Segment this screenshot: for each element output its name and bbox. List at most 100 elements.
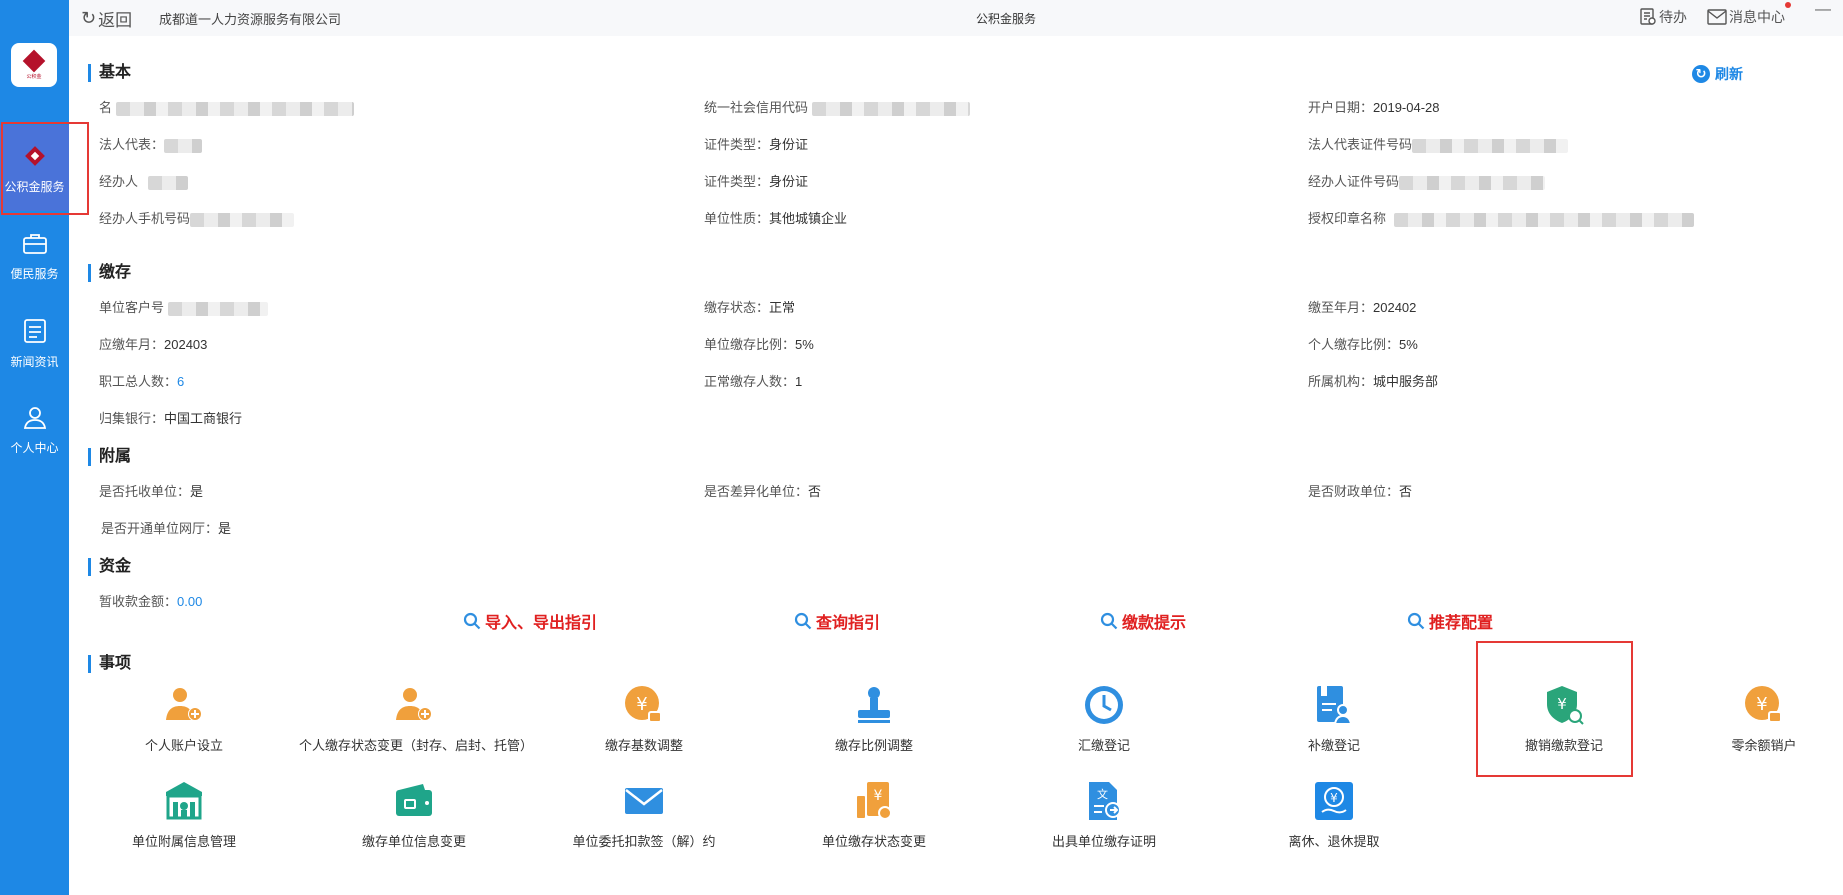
item-personal-status-change[interactable]: 个人缴存状态变更（封存、启封、托管） bbox=[299, 683, 533, 755]
yen-lock-icon: ¥ bbox=[1742, 683, 1786, 727]
search-icon bbox=[1407, 612, 1425, 630]
sidebar-item-personal[interactable]: 个人中心 bbox=[0, 386, 69, 472]
section-items-title: 事项 bbox=[88, 655, 131, 673]
total-staff-link[interactable]: 6 bbox=[177, 374, 184, 389]
field-paid-until: 缴至年月：202402 bbox=[1308, 300, 1417, 315]
item-unit-status-change[interactable]: ¥ 单位缴存状态变更 bbox=[774, 779, 974, 851]
guide-label: 查询指引 bbox=[816, 615, 881, 632]
guide-payment-tip[interactable]: 缴款提示 bbox=[1100, 609, 1186, 633]
field-open-date: 开户日期：2019-04-28 bbox=[1308, 100, 1440, 115]
svg-text:¥: ¥ bbox=[1557, 695, 1567, 713]
item-remit-register[interactable]: 汇缴登记 bbox=[1004, 683, 1204, 755]
coin-hand-icon: ¥ bbox=[1312, 779, 1356, 823]
field-legal-cert-no: 法人代表证件号码 bbox=[1308, 134, 1569, 153]
page-title: 公积金服务 bbox=[976, 12, 1037, 26]
sidebar-item-convenience[interactable]: 便民服务 bbox=[0, 212, 69, 298]
company-name: 成都道一人力资源服务有限公司 bbox=[159, 12, 342, 27]
section-deposit-title: 缴存 bbox=[88, 264, 131, 282]
field-customer-no: 单位客户号 bbox=[99, 297, 269, 316]
item-label: 汇缴登记 bbox=[1077, 738, 1130, 753]
item-label: 离休、退休提取 bbox=[1288, 834, 1380, 849]
field-unit-nature: 单位性质：其他城镇企业 bbox=[704, 211, 848, 226]
search-icon bbox=[1100, 612, 1118, 630]
mail-icon bbox=[1707, 9, 1727, 25]
refresh-icon: ↻ bbox=[1692, 65, 1710, 83]
doc-arrow-icon: 文 bbox=[1082, 779, 1126, 823]
field-entrust: 是否托收单位：是 bbox=[99, 484, 204, 499]
item-unit-info-change[interactable]: 缴存单位信息变更 bbox=[314, 779, 514, 851]
todo-icon bbox=[1640, 8, 1656, 25]
item-label: 单位缴存状态变更 bbox=[821, 834, 926, 849]
guide-import-export[interactable]: 导入、导出指引 bbox=[463, 609, 597, 633]
field-temp-amount: 暂收款金额：0.00 bbox=[99, 594, 203, 609]
section-basic-title: 基本 bbox=[88, 64, 131, 82]
item-ratio-adjust[interactable]: 缴存比例调整 bbox=[774, 683, 974, 755]
item-label: 个人账户设立 bbox=[144, 738, 223, 753]
field-normal-staff: 正常缴存人数：1 bbox=[704, 374, 803, 389]
field-finance: 是否财政单位：否 bbox=[1308, 484, 1413, 499]
stamp-icon bbox=[852, 683, 896, 727]
news-icon bbox=[21, 317, 49, 345]
item-zero-balance-close[interactable]: ¥ 零余额销户 bbox=[1694, 683, 1834, 755]
item-label: 个人缴存状态变更（封存、启封、托管） bbox=[299, 738, 534, 753]
building-icon bbox=[162, 779, 206, 823]
item-base-adjust[interactable]: ¥ 缴存基数调整 bbox=[544, 683, 744, 755]
briefcase-icon bbox=[21, 229, 49, 257]
item-unit-attached-info[interactable]: 单位附属信息管理 bbox=[84, 779, 284, 851]
guide-label: 导入、导出指引 bbox=[485, 615, 598, 632]
field-diff: 是否差异化单位：否 bbox=[704, 484, 822, 499]
guide-query[interactable]: 查询指引 bbox=[794, 609, 880, 633]
person-add-icon bbox=[162, 683, 206, 727]
field-cert-type-2: 证件类型：身份证 bbox=[704, 174, 809, 189]
notification-dot bbox=[1785, 2, 1791, 8]
minimize-button[interactable]: — bbox=[1815, 1, 1831, 19]
item-label: 缴存单位信息变更 bbox=[361, 834, 466, 849]
sidebar: 公积金 公积金服务 便民服务 新闻资讯 个人中心 bbox=[0, 0, 69, 895]
search-icon bbox=[463, 612, 481, 630]
refresh-back-icon: ↻ bbox=[81, 8, 97, 28]
item-deposit-certificate[interactable]: 文 出具单位缴存证明 bbox=[1004, 779, 1204, 851]
sidebar-item-news[interactable]: 新闻资讯 bbox=[0, 300, 69, 386]
refresh-label: 刷新 bbox=[1715, 66, 1743, 82]
sidebar-item-label: 公积金服务 bbox=[4, 179, 65, 194]
item-personal-account-setup[interactable]: 个人账户设立 bbox=[84, 683, 284, 755]
svg-text:¥: ¥ bbox=[874, 788, 883, 804]
sidebar-item-label: 便民服务 bbox=[10, 266, 59, 281]
svg-text:¥: ¥ bbox=[636, 694, 647, 715]
yen-lock-icon: ¥ bbox=[622, 683, 666, 727]
refresh-button[interactable]: ↻ 刷新 bbox=[1692, 64, 1743, 84]
svg-text:¥: ¥ bbox=[1330, 791, 1338, 805]
item-label: 补缴登记 bbox=[1307, 738, 1360, 753]
field-seal-name: 授权印章名称 bbox=[1308, 208, 1695, 227]
field-handler-phone: 经办人手机号码 bbox=[99, 208, 295, 227]
yen-doc-icon: ¥ bbox=[852, 779, 896, 823]
doc-person-icon bbox=[1312, 683, 1356, 727]
item-cancel-payment-register[interactable]: ¥ 撤销缴款登记 bbox=[1464, 683, 1664, 755]
sidebar-item-label: 个人中心 bbox=[10, 440, 59, 455]
fund-logo-icon bbox=[21, 142, 49, 170]
item-supplement-register[interactable]: 补缴登记 bbox=[1234, 683, 1434, 755]
message-center-button[interactable]: 消息中心 bbox=[1707, 7, 1785, 27]
clock-icon bbox=[1082, 683, 1126, 727]
top-bar: ↻ 返回 成都道一人力资源服务有限公司 公积金服务 待办 消息中心 — bbox=[69, 0, 1843, 36]
mail-icon bbox=[622, 779, 666, 823]
item-label: 出具单位缴存证明 bbox=[1051, 834, 1156, 849]
guide-recommend-config[interactable]: 推荐配置 bbox=[1407, 609, 1493, 633]
todo-label: 待办 bbox=[1659, 9, 1687, 25]
todo-button[interactable]: 待办 bbox=[1639, 7, 1687, 27]
item-retirement-withdrawal[interactable]: ¥ 离休、退休提取 bbox=[1234, 779, 1434, 851]
item-unit-debit-contract[interactable]: 单位委托扣款签（解）约 bbox=[544, 779, 744, 851]
back-button[interactable]: ↻ 返回 bbox=[81, 6, 132, 31]
shield-yen-icon: ¥ bbox=[1542, 683, 1586, 727]
back-label: 返回 bbox=[98, 11, 133, 30]
sidebar-item-fund-service[interactable]: 公积金服务 bbox=[0, 125, 69, 211]
sidebar-item-label: 新闻资讯 bbox=[10, 354, 59, 369]
section-attached-title: 附属 bbox=[88, 448, 131, 466]
field-handler-cert-no: 经办人证件号码 bbox=[1308, 171, 1546, 190]
svg-text:¥: ¥ bbox=[1756, 694, 1767, 715]
field-deposit-status: 缴存状态：正常 bbox=[704, 300, 796, 315]
temp-amount-link[interactable]: 0.00 bbox=[177, 594, 202, 609]
item-label: 零余额销户 bbox=[1731, 738, 1797, 753]
section-funds-title: 资金 bbox=[88, 558, 131, 576]
svg-text:文: 文 bbox=[1097, 787, 1108, 801]
